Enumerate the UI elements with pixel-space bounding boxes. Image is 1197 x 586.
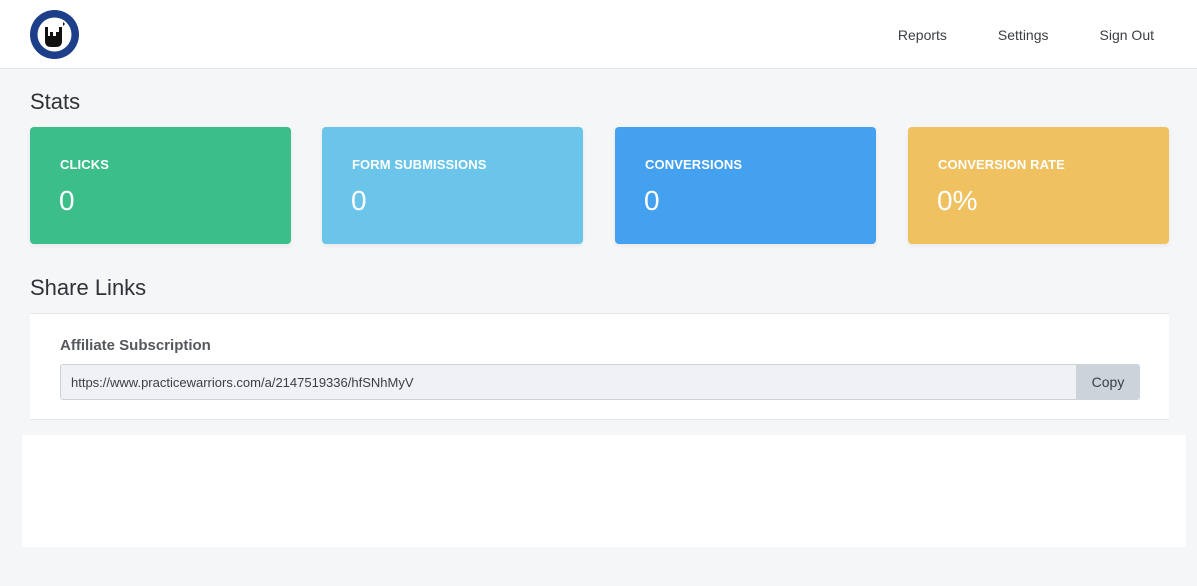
share-links-panel: Affiliate Subscription Copy (30, 313, 1169, 420)
stat-value: 0% (937, 185, 978, 216)
stat-card-form-submissions: FORM SUBMISSIONS 0 (322, 127, 583, 244)
stat-value: 0 (351, 185, 367, 216)
share-links-heading: Share Links (30, 275, 147, 300)
nav-settings-link[interactable]: Settings (998, 27, 1049, 43)
stat-card-conversions: CONVERSIONS 0 (615, 127, 876, 244)
stat-value: 0 (59, 185, 75, 216)
nav-sign-out-link[interactable]: Sign Out (1100, 27, 1154, 43)
main-nav: Reports Settings Sign Out (898, 0, 1154, 69)
stat-label: FORM SUBMISSIONS (352, 157, 487, 172)
copy-link-button[interactable]: Copy (1076, 365, 1139, 399)
practice-warriors-logo[interactable] (29, 9, 80, 60)
stats-heading: Stats (30, 89, 81, 114)
stat-card-clicks: CLICKS 0 (30, 127, 291, 244)
stat-label: CONVERSION RATE (938, 157, 1065, 172)
top-navbar: Reports Settings Sign Out (0, 0, 1197, 69)
empty-content-area (22, 435, 1186, 547)
stat-card-conversion-rate: CONVERSION RATE 0% (908, 127, 1169, 244)
nav-reports-link[interactable]: Reports (898, 27, 947, 43)
share-link-label: Affiliate Subscription (60, 337, 211, 354)
share-link-group: Copy (60, 364, 1140, 400)
stat-label: CONVERSIONS (645, 157, 743, 172)
share-link-url-field[interactable] (61, 365, 1076, 399)
stat-value: 0 (644, 185, 660, 216)
stat-label: CLICKS (60, 157, 109, 172)
